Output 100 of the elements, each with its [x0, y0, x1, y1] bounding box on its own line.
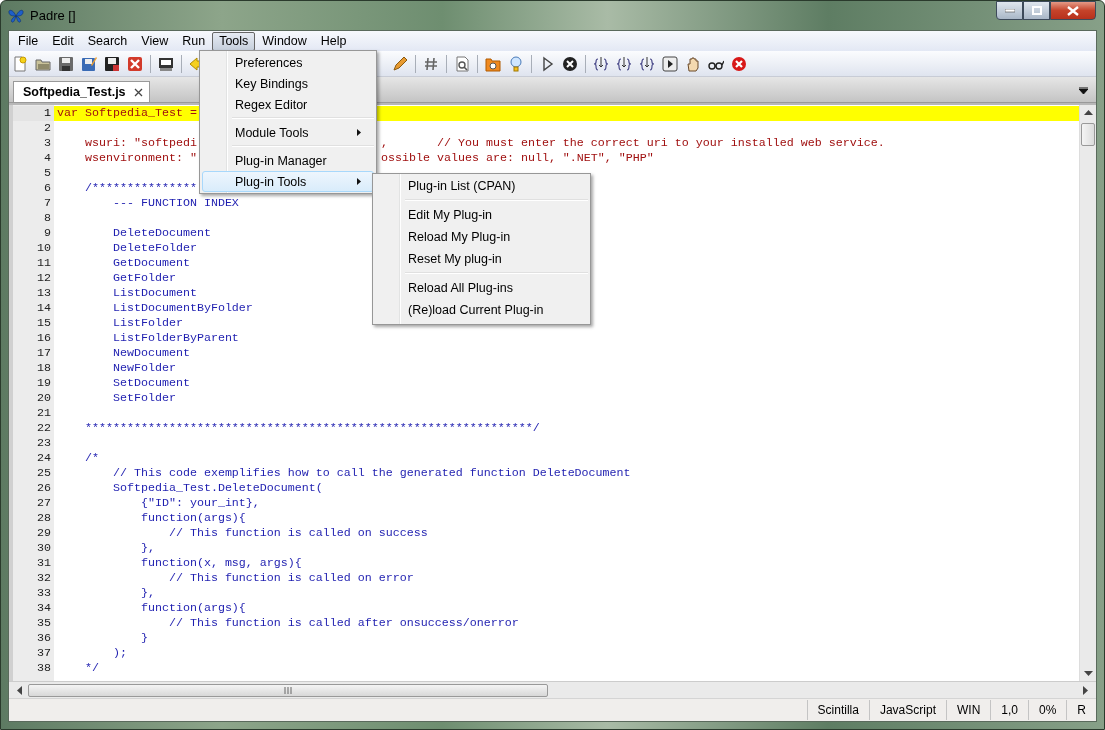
code-text: NewFolder	[111, 361, 176, 375]
menu-entry[interactable]: Plug-in Tools	[202, 171, 374, 192]
braces-icon[interactable]	[593, 55, 609, 72]
line-number: 38	[36, 661, 52, 676]
lightbulb-icon[interactable]	[508, 55, 524, 72]
horizontal-scrollbar[interactable]	[9, 681, 1096, 698]
code-text: ListFolder	[111, 316, 183, 330]
new-file-icon[interactable]	[12, 55, 28, 72]
menu-entry[interactable]: Plug-in Manager	[202, 150, 374, 171]
menu-entry[interactable]: Reload All Plug-ins	[375, 277, 588, 299]
line-number: 8	[43, 211, 52, 226]
code-text: // This code exemplifies how to call the generated function DeleteDocument	[111, 466, 631, 480]
file-tab[interactable]: Softpedia_Test.js	[13, 81, 150, 102]
code-text: },	[139, 586, 155, 600]
floppy-pencil-icon[interactable]	[81, 55, 97, 72]
code-text: --- FUNCTION INDEX	[111, 196, 239, 210]
menu-item[interactable]: Search	[80, 31, 135, 51]
menu-item[interactable]: Edit	[45, 31, 81, 51]
code-text: ossible values are: null, ".NET", "PHP"	[381, 151, 654, 166]
status-field: WIN	[945, 700, 991, 720]
close-icon[interactable]	[127, 55, 143, 72]
line-number: 16	[36, 331, 52, 346]
minimize-icon	[1004, 8, 1015, 13]
play-box-icon[interactable]	[662, 55, 678, 72]
line-number: 23	[36, 436, 52, 451]
menu-item[interactable]: View	[134, 31, 176, 51]
status-field: 1,0	[990, 700, 1028, 720]
line-number: 32	[36, 571, 52, 586]
submenu-arrow-icon	[357, 178, 361, 185]
scroll-left-arrow-icon[interactable]	[17, 685, 22, 695]
menu-entry[interactable]: Reload My Plug-in	[375, 226, 588, 248]
menu-item[interactable]: File	[11, 31, 46, 51]
menu-entry[interactable]: Regex Editor	[202, 94, 374, 115]
menu-entry[interactable]: Preferences	[202, 52, 374, 73]
code-text: SetDocument	[111, 376, 190, 390]
code-text: wsenvironment: "	[83, 151, 197, 165]
code-text: Softpedia_Test.DeleteDocument(	[111, 481, 323, 495]
folder-search-icon[interactable]	[485, 55, 501, 72]
menu-entry[interactable]: (Re)load Current Plug-in	[375, 299, 588, 321]
floppy-icon[interactable]	[58, 55, 74, 72]
line-number: 4	[43, 151, 52, 166]
grip-icon[interactable]	[284, 686, 292, 694]
pencil-icon[interactable]	[392, 55, 408, 72]
stop-icon[interactable]	[562, 55, 578, 72]
code-text: ListDocumentByFolder	[111, 301, 253, 315]
line-number: 20	[36, 391, 52, 406]
line-number: 2	[43, 121, 52, 136]
menu-entry[interactable]: Key Bindings	[202, 73, 374, 94]
status-field: 0%	[1028, 700, 1067, 720]
floppy-dark-icon[interactable]	[104, 55, 120, 72]
code-text: DeleteFolder	[111, 241, 197, 255]
maximize-button[interactable]	[1023, 1, 1050, 20]
line-number: 7	[43, 196, 52, 211]
line-number: 1	[13, 106, 54, 121]
menu-item[interactable]: Window	[255, 31, 314, 51]
code-text: */	[83, 661, 99, 675]
minimize-button[interactable]	[996, 1, 1023, 20]
code-text: ListFolderByParent	[111, 331, 239, 345]
line-number: 27	[36, 496, 52, 511]
code-text: {"ID": your_int},	[139, 496, 260, 510]
menu-item[interactable]: Help	[313, 31, 354, 51]
line-number: 29	[36, 526, 52, 541]
scroll-up-arrow-icon[interactable]	[1083, 110, 1093, 115]
line-number: 12	[36, 271, 52, 286]
menu-entry[interactable]: Module Tools	[202, 122, 374, 143]
line-number: 37	[36, 646, 52, 661]
line-number: 33	[36, 586, 52, 601]
code-text: wsuri: "softpedi	[83, 136, 197, 150]
close-circle-icon[interactable]	[731, 55, 747, 72]
braces-icon[interactable]	[639, 55, 655, 72]
line-number: 18	[36, 361, 52, 376]
close-icon[interactable]	[133, 87, 143, 97]
line-number: 6	[43, 181, 52, 196]
menu-item[interactable]: Run	[175, 31, 213, 51]
menu-entry[interactable]: Reset My plug-in	[375, 248, 588, 270]
menu-item[interactable]: Tools	[212, 31, 256, 51]
butterfly-icon	[8, 8, 24, 23]
hash-icon[interactable]	[423, 55, 439, 72]
document-search-icon[interactable]	[454, 55, 470, 72]
dropdown-arrow-icon[interactable]	[1079, 87, 1088, 94]
line-number: 15	[36, 316, 52, 331]
braces-icon[interactable]	[616, 55, 632, 72]
scroll-down-arrow-icon[interactable]	[1083, 671, 1093, 676]
code-text: GetDocument	[111, 256, 190, 270]
scroll-right-arrow-icon[interactable]	[1083, 685, 1088, 695]
line-number: 10	[36, 241, 52, 256]
line-number: 13	[36, 286, 52, 301]
line-number: 19	[36, 376, 52, 391]
line-number: 34	[36, 601, 52, 616]
menu-entry[interactable]: Plug-in List (CPAN)	[375, 175, 588, 197]
line-number: 30	[36, 541, 52, 556]
code-text: SetFolder	[111, 391, 176, 405]
vertical-scrollbar[interactable]	[1079, 105, 1096, 681]
window-title: Padre []	[30, 8, 76, 23]
line-number: 17	[36, 346, 52, 361]
line-number: 31	[36, 556, 52, 571]
scroll-thumb[interactable]	[1081, 123, 1095, 146]
code-text: function(args){	[139, 511, 246, 525]
menu-entry[interactable]: Edit My Plug-in	[375, 204, 588, 226]
close-button[interactable]	[1050, 1, 1096, 20]
